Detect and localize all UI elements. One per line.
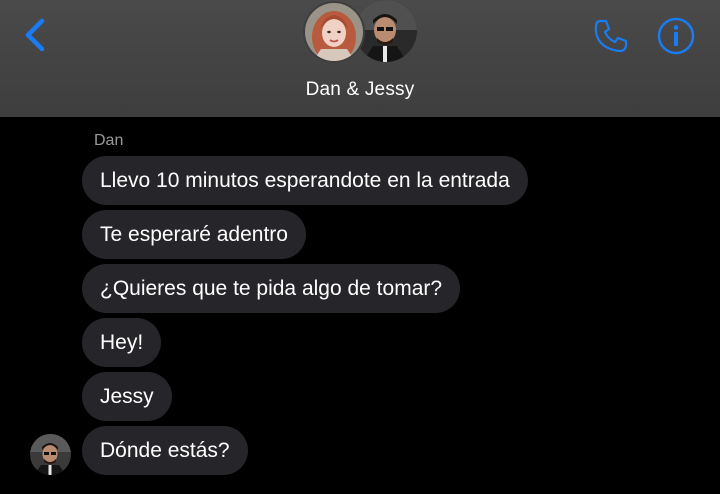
message-bubble[interactable]: ¿Quieres que te pida algo de tomar? — [82, 264, 461, 313]
sender-avatar[interactable] — [30, 434, 71, 475]
jessy-avatar — [303, 1, 365, 63]
message-bubble[interactable]: Dónde estás? — [82, 426, 248, 475]
info-icon[interactable] — [656, 16, 696, 56]
message-bubble[interactable]: Te esperaré adentro — [82, 210, 306, 259]
chevron-left-icon[interactable] — [22, 17, 50, 53]
message-bubble[interactable]: Hey! — [82, 318, 162, 367]
conversation-title[interactable]: Dan & Jessy — [0, 79, 720, 101]
message-bubble[interactable]: Llevo 10 minutos esperandote en la entra… — [82, 156, 528, 205]
sender-name: Dan — [94, 132, 124, 149]
chat-header: Dan & Jessy — [0, 0, 720, 117]
phone-icon[interactable] — [592, 17, 630, 55]
message-bubble[interactable]: Jessy — [82, 372, 172, 421]
group-avatars[interactable] — [303, 0, 419, 66]
